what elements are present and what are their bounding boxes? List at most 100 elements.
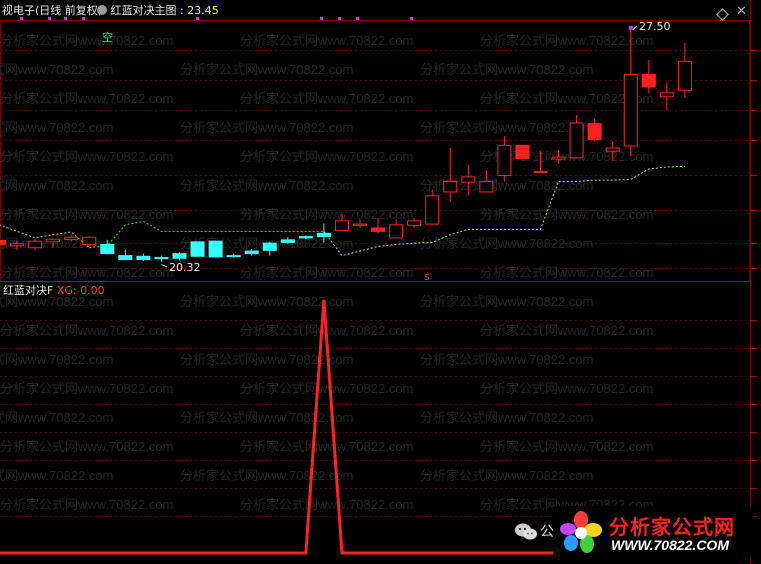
xg-value: 0.00 — [80, 284, 105, 297]
watermark-text: 分析家公式网www.70822.com — [420, 236, 593, 251]
watermark-text: 分析家公式网www.70822.com — [240, 265, 413, 280]
watermark-text: 分析家公式网www.70822.com — [240, 207, 413, 222]
candle-body — [208, 240, 223, 258]
xg-label: XG — [56, 284, 73, 297]
candle-body — [244, 250, 259, 255]
watermark-text: 分析家公式网www.70822.com — [240, 381, 413, 396]
logo-title: 分析家公式网 — [609, 515, 735, 539]
top-marker-dot — [356, 17, 359, 20]
candle-body — [515, 144, 530, 159]
candle-body — [605, 147, 620, 152]
candle-body — [172, 253, 187, 259]
candle-body — [298, 236, 313, 239]
candle-body — [262, 242, 277, 251]
wechat-text: 公 — [540, 524, 554, 540]
watermark-text: 分析家公式网www.70822.com — [0, 323, 173, 338]
candle-body — [46, 238, 61, 243]
candle-body — [407, 220, 422, 226]
watermark-text: 分析家公式网www.70822.com — [0, 62, 113, 77]
indicator-name: 红蓝对决主图 — [110, 4, 177, 17]
sub-panel-name: 红蓝对决F — [3, 284, 54, 297]
watermark-text: 分析家公式网www.70822.com — [0, 439, 173, 454]
watermark-text: 分析家公式网www.70822.com — [420, 410, 593, 425]
watermark-text: 分析家公式网www.70822.com — [0, 265, 173, 280]
watermark-text: 分析家公式网www.70822.com — [0, 352, 113, 367]
watermark-text: 分析家公式网www.70822.com — [0, 33, 173, 48]
candle-body — [389, 224, 404, 239]
watermark-text: 分析家公式网www.70822.com — [240, 33, 413, 48]
signal-label: 空 — [102, 31, 113, 44]
watermark-text: 分析家公式网www.70822.com — [180, 410, 353, 425]
watermark-text: 分析家公式网www.70822.com — [240, 149, 413, 164]
candle-body — [100, 243, 115, 255]
candle-body — [154, 257, 169, 260]
top-marker-dot — [320, 17, 323, 20]
stock-title: 视电子(日线 前复权) — [2, 4, 103, 17]
xg-separator: : — [72, 284, 81, 297]
watermark-text: 分析家公式网www.70822.com — [0, 468, 113, 483]
candle-body — [280, 239, 295, 243]
candle-body — [64, 236, 79, 241]
candle-body — [118, 255, 133, 261]
candle-body — [551, 156, 566, 160]
flower-logo-icon — [560, 511, 602, 553]
sell-marker: s — [424, 270, 430, 283]
candle-body — [533, 171, 548, 174]
watermark-text: 分析家公式网www.70822.com — [0, 410, 113, 425]
indicator-icon[interactable] — [97, 5, 107, 15]
indicator-separator: : — [180, 4, 184, 17]
watermark-text: 分析家公式网www.70822.com — [0, 120, 113, 135]
watermark-text: 分析家公式网www.70822.com — [0, 149, 173, 164]
candle-body — [461, 176, 476, 183]
indicator-value: 23.45 — [187, 4, 219, 17]
watermark-text: 分析家公式网www.70822.com — [0, 178, 113, 193]
logo-url: WWW.70822.COM — [611, 537, 729, 553]
watermark-text: 分析家公式网www.70822.com — [480, 265, 653, 280]
candle-body — [497, 144, 512, 177]
watermark-text: 分析家公式网www.70822.com — [0, 207, 173, 222]
candle-body — [136, 255, 151, 261]
watermark-text: 分析家公式网www.70822.com — [0, 91, 173, 106]
candle-body — [316, 232, 331, 238]
candle-body — [569, 122, 584, 159]
high-marker-dot — [628, 25, 633, 30]
candle-body — [587, 123, 602, 140]
watermark-text: 分析家公式网www.70822.com — [180, 468, 353, 483]
candle-body — [190, 241, 205, 257]
chart-window: 分析家公式网www.70822.com 分析家公式网www.70822.com 分析… — [0, 0, 761, 564]
watermark-text: 分析家公式网www.70822.com — [420, 468, 593, 483]
candle-body — [28, 240, 43, 249]
candle-body — [82, 236, 97, 245]
watermark-text: 分析家公式网www.70822.com — [480, 381, 653, 396]
high-price-arrow — [632, 25, 638, 31]
candle-body — [226, 255, 241, 258]
candle-body — [479, 180, 494, 193]
watermark-text: 分析家公式网www.70822.com — [420, 62, 593, 77]
low-price-label: 20.32 — [169, 261, 201, 274]
close-icon[interactable]: ✕ — [736, 4, 747, 19]
candle-body — [677, 60, 692, 91]
candle-body — [443, 180, 458, 193]
watermark-text: 分析家公式网www.70822.com — [480, 207, 653, 222]
watermark-text: 分析家公式网www.70822.com — [180, 62, 353, 77]
sub-panel-header: 红蓝对决F XG: 0.00 — [3, 284, 105, 298]
watermark-text: 分析家公式网www.70822.com — [420, 120, 593, 135]
watermark-text: 分析家公式网www.70822.com — [180, 178, 353, 193]
candle-body — [659, 92, 674, 98]
chart-canvas[interactable]: 分析家公式网www.70822.com 分析家公式网www.70822.com 分析… — [0, 0, 761, 564]
watermark-text: 分析家公式网www.70822.com — [480, 323, 653, 338]
watermark-text: 分析家公式网www.70822.com — [420, 352, 593, 367]
watermark-text: 分析家公式网www.70822.com — [480, 439, 653, 454]
candle-body — [641, 73, 656, 88]
top-marker-dot — [410, 17, 413, 20]
watermark-text: 分析家公式网www.70822.com — [480, 33, 653, 48]
watermark-text: 分析家公式网www.70822.com — [420, 294, 593, 309]
indicator-header[interactable]: 红蓝对决主图 : 23.45 — [97, 4, 219, 18]
watermark-text: 分析家公式网www.70822.com — [0, 497, 173, 512]
watermark-text: 分析家公式网www.70822.com — [240, 497, 413, 512]
watermark-text: 分析家公式网www.70822.com — [240, 91, 413, 106]
candle-body — [10, 243, 25, 247]
candle-body — [353, 223, 367, 226]
top-marker-dot — [338, 17, 341, 20]
wechat-icon — [514, 522, 538, 546]
